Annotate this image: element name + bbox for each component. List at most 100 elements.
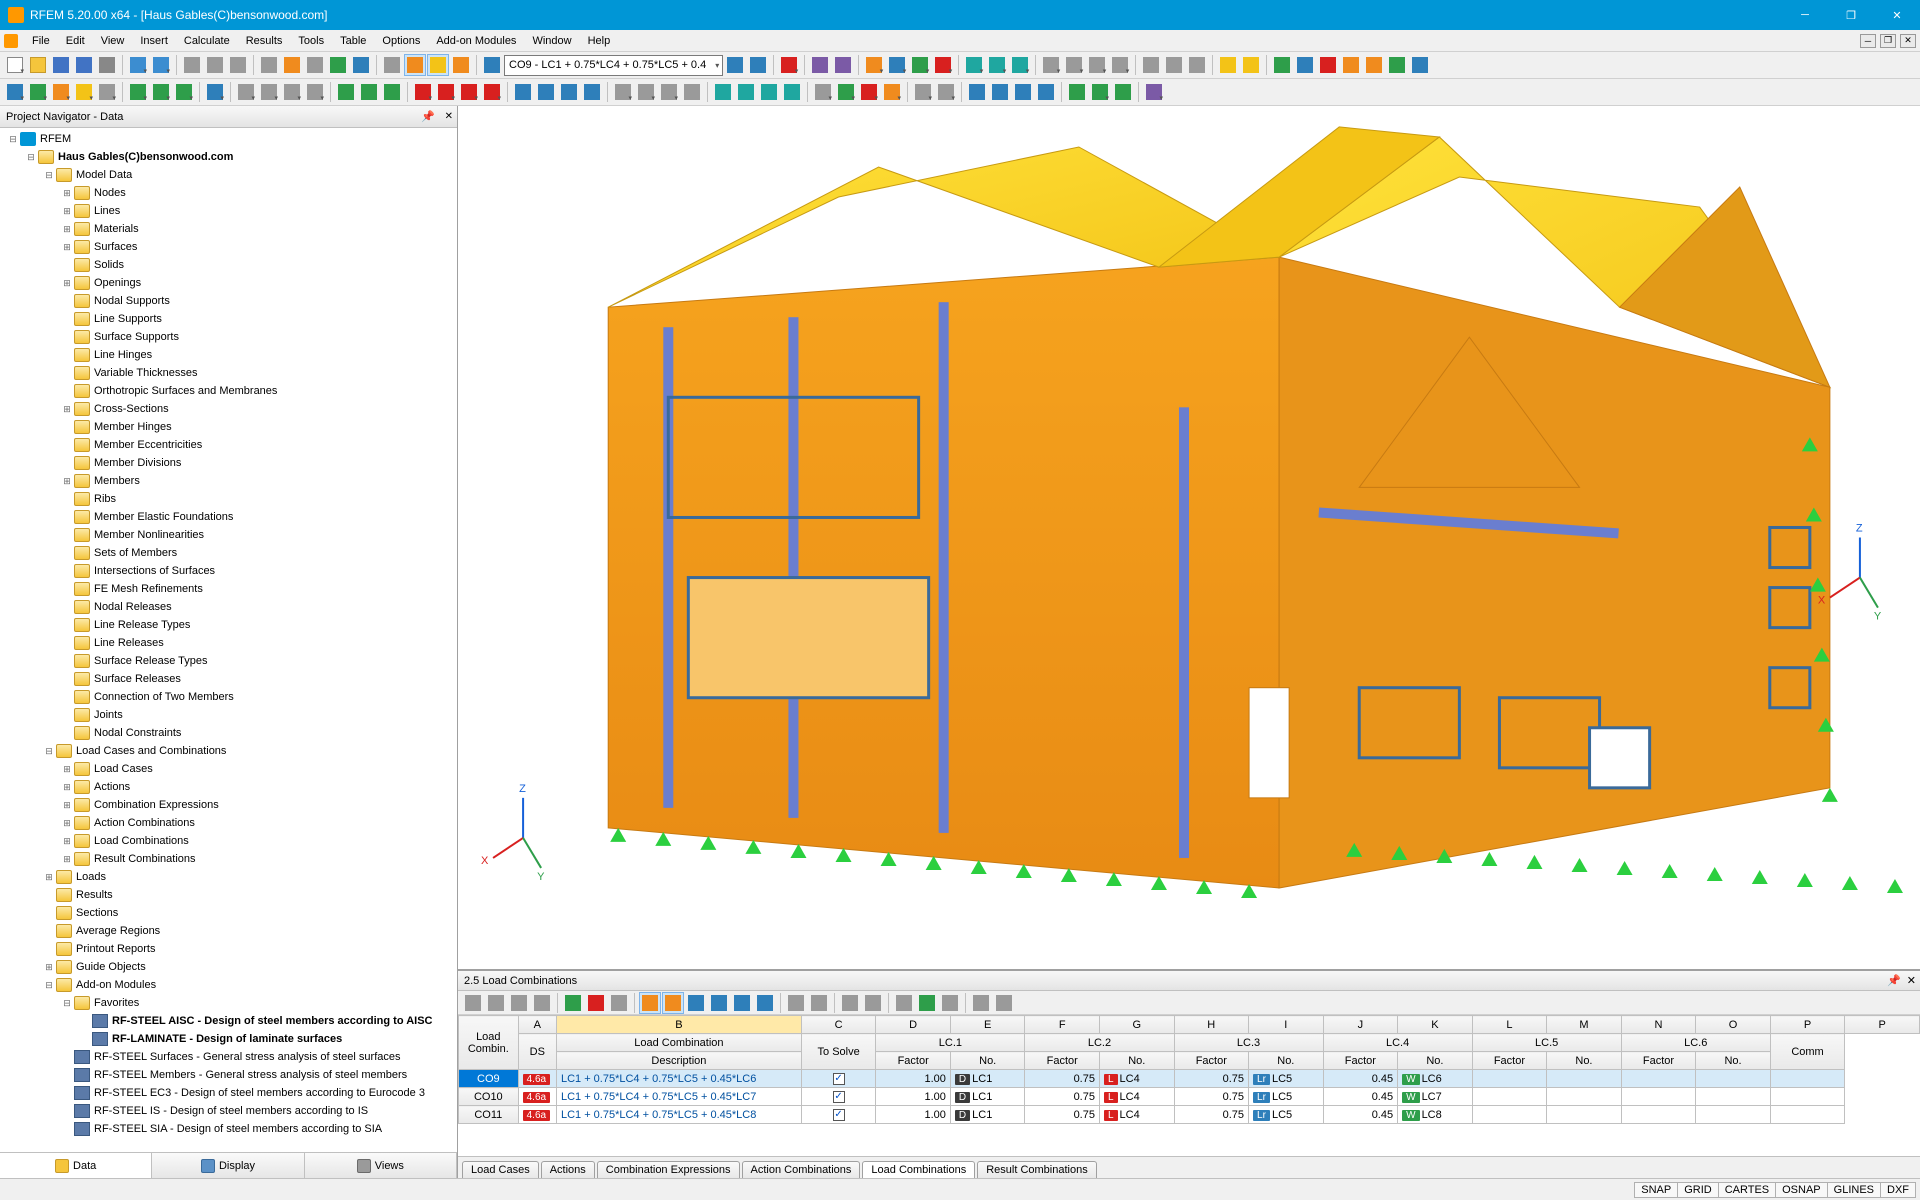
dim-button[interactable] — [1217, 54, 1239, 76]
tree-md-14[interactable]: ▪Member Eccentricities — [0, 436, 457, 454]
menu-view[interactable]: View — [93, 33, 133, 49]
bp-sel6[interactable] — [754, 992, 776, 1014]
view-y-button[interactable] — [758, 81, 780, 103]
bp-sel5[interactable] — [731, 992, 753, 1014]
bp-fx[interactable] — [970, 992, 992, 1014]
opt1-button[interactable] — [966, 81, 988, 103]
clip-button[interactable] — [912, 81, 934, 103]
show-sup-button[interactable] — [835, 81, 857, 103]
show-loads-button[interactable] — [778, 54, 800, 76]
row-id[interactable]: CO9 — [459, 1070, 519, 1088]
bp-sel4[interactable] — [708, 992, 730, 1014]
bp-chk[interactable] — [893, 992, 915, 1014]
tree-md-12[interactable]: ⊞Cross-Sections — [0, 400, 457, 418]
tree-lcc-4[interactable]: ⊞Load Combinations — [0, 832, 457, 850]
tree-md-23[interactable]: ▪Nodal Releases — [0, 598, 457, 616]
tree-print[interactable]: ▪Printout Reports — [0, 940, 457, 958]
tree-lcc-0[interactable]: ⊞Load Cases — [0, 760, 457, 778]
navigator-close-icon[interactable]: ✕ — [445, 111, 453, 122]
tree-md-24[interactable]: ▪Line Release Types — [0, 616, 457, 634]
row-id[interactable]: CO11 — [459, 1106, 519, 1124]
tree-results[interactable]: ▪Results — [0, 886, 457, 904]
tree-guide[interactable]: ⊞Guide Objects — [0, 958, 457, 976]
menu-options[interactable]: Options — [374, 33, 428, 49]
bp-find[interactable] — [862, 992, 884, 1014]
m3-button[interactable] — [1317, 54, 1339, 76]
tree-md-3[interactable]: ⊞Surfaces — [0, 238, 457, 256]
model-viewport[interactable]: Z X Y Z X Y — [458, 106, 1920, 970]
tree-md-13[interactable]: ▪Member Hinges — [0, 418, 457, 436]
tree-md-5[interactable]: ⊞Openings — [0, 274, 457, 292]
tree-lcc-5[interactable]: ⊞Result Combinations — [0, 850, 457, 868]
rc-button[interactable] — [581, 81, 603, 103]
rotate-button[interactable] — [327, 54, 349, 76]
iso-button[interactable] — [963, 54, 985, 76]
menu-table[interactable]: Table — [332, 33, 374, 49]
tree-md-2[interactable]: ⊞Materials — [0, 220, 457, 238]
tree-md-26[interactable]: ▪Surface Release Types — [0, 652, 457, 670]
bp-prev[interactable] — [485, 992, 507, 1014]
select-button[interactable] — [350, 54, 372, 76]
lc-button[interactable] — [535, 81, 557, 103]
menu-add-on-modules[interactable]: Add-on Modules — [428, 33, 524, 49]
tree-mod-2[interactable]: ▪RF-STEEL EC3 - Design of steel members … — [0, 1084, 457, 1102]
panel-tab-1[interactable]: Actions — [541, 1161, 595, 1178]
view-x-button[interactable] — [735, 81, 757, 103]
tree-md-19[interactable]: ▪Member Nonlinearities — [0, 526, 457, 544]
tree-md-18[interactable]: ▪Member Elastic Foundations — [0, 508, 457, 526]
show-button[interactable] — [1109, 54, 1131, 76]
find-button[interactable] — [258, 54, 280, 76]
row-id[interactable]: CO10 — [459, 1088, 519, 1106]
menu-edit[interactable]: Edit — [58, 33, 93, 49]
show-res-button[interactable] — [881, 81, 903, 103]
tree-md-15[interactable]: ▪Member Divisions — [0, 454, 457, 472]
stress-button[interactable] — [932, 54, 954, 76]
panel-tab-3[interactable]: Action Combinations — [742, 1161, 861, 1178]
menu-results[interactable]: Results — [238, 33, 291, 49]
calc-all-button[interactable] — [832, 54, 854, 76]
tree-md-21[interactable]: ▪Intersections of Surfaces — [0, 562, 457, 580]
nav-tab-display[interactable]: Display — [152, 1153, 304, 1178]
desel-button[interactable] — [681, 81, 703, 103]
close-button[interactable]: ✕ — [1874, 0, 1920, 30]
tree-fav[interactable]: ⊟Favorites — [0, 994, 457, 1012]
tree-md-0[interactable]: ⊞Nodes — [0, 184, 457, 202]
panel-tab-4[interactable]: Load Combinations — [862, 1161, 975, 1178]
m1-button[interactable] — [1271, 54, 1293, 76]
bp-goto[interactable] — [839, 992, 861, 1014]
tree-lcc-2[interactable]: ⊞Combination Expressions — [0, 796, 457, 814]
tree-md-30[interactable]: ▪Nodal Constraints — [0, 724, 457, 742]
menu-calculate[interactable]: Calculate — [176, 33, 238, 49]
copy-button2[interactable] — [258, 81, 280, 103]
rotate-button2[interactable] — [304, 81, 326, 103]
save-all-button[interactable] — [73, 54, 95, 76]
tree-root[interactable]: ⊟RFEM — [0, 130, 457, 148]
new-button[interactable] — [4, 54, 26, 76]
visc-button[interactable] — [935, 81, 957, 103]
m6-button[interactable] — [1386, 54, 1408, 76]
opt2-button[interactable] — [989, 81, 1011, 103]
tree-md-10[interactable]: ▪Variable Thicknesses — [0, 364, 457, 382]
tree-lcc-1[interactable]: ⊞Actions — [0, 778, 457, 796]
next-lc-button[interactable] — [747, 54, 769, 76]
menu-help[interactable]: Help — [580, 33, 619, 49]
navigator-tree[interactable]: ⊟RFEM⊟Haus Gables(C)bensonwood.com⊟Model… — [0, 128, 457, 1152]
move-button[interactable] — [235, 81, 257, 103]
panel-close-icon[interactable]: ✕ — [1907, 974, 1916, 987]
bp-ins[interactable] — [562, 992, 584, 1014]
solid-button2[interactable] — [96, 81, 118, 103]
snap-button[interactable] — [1063, 54, 1085, 76]
member-button[interactable] — [50, 81, 72, 103]
bp-first[interactable] — [462, 992, 484, 1014]
poly-button[interactable] — [173, 81, 195, 103]
m7-button[interactable] — [1409, 54, 1431, 76]
pan-button[interactable] — [304, 54, 326, 76]
loadcase-combo[interactable]: CO9 - LC1 + 0.75*LC4 + 0.75*LC5 + 0.4 — [504, 55, 723, 76]
tree-md-27[interactable]: ▪Surface Releases — [0, 670, 457, 688]
tree-fav-1[interactable]: ▪RF-LAMINATE - Design of laminate surfac… — [0, 1030, 457, 1048]
status-osnap[interactable]: OSNAP — [1775, 1182, 1828, 1198]
arc-button[interactable] — [127, 81, 149, 103]
deform-button[interactable] — [886, 54, 908, 76]
tree-md-29[interactable]: ▪Joints — [0, 706, 457, 724]
mload-button[interactable] — [458, 81, 480, 103]
